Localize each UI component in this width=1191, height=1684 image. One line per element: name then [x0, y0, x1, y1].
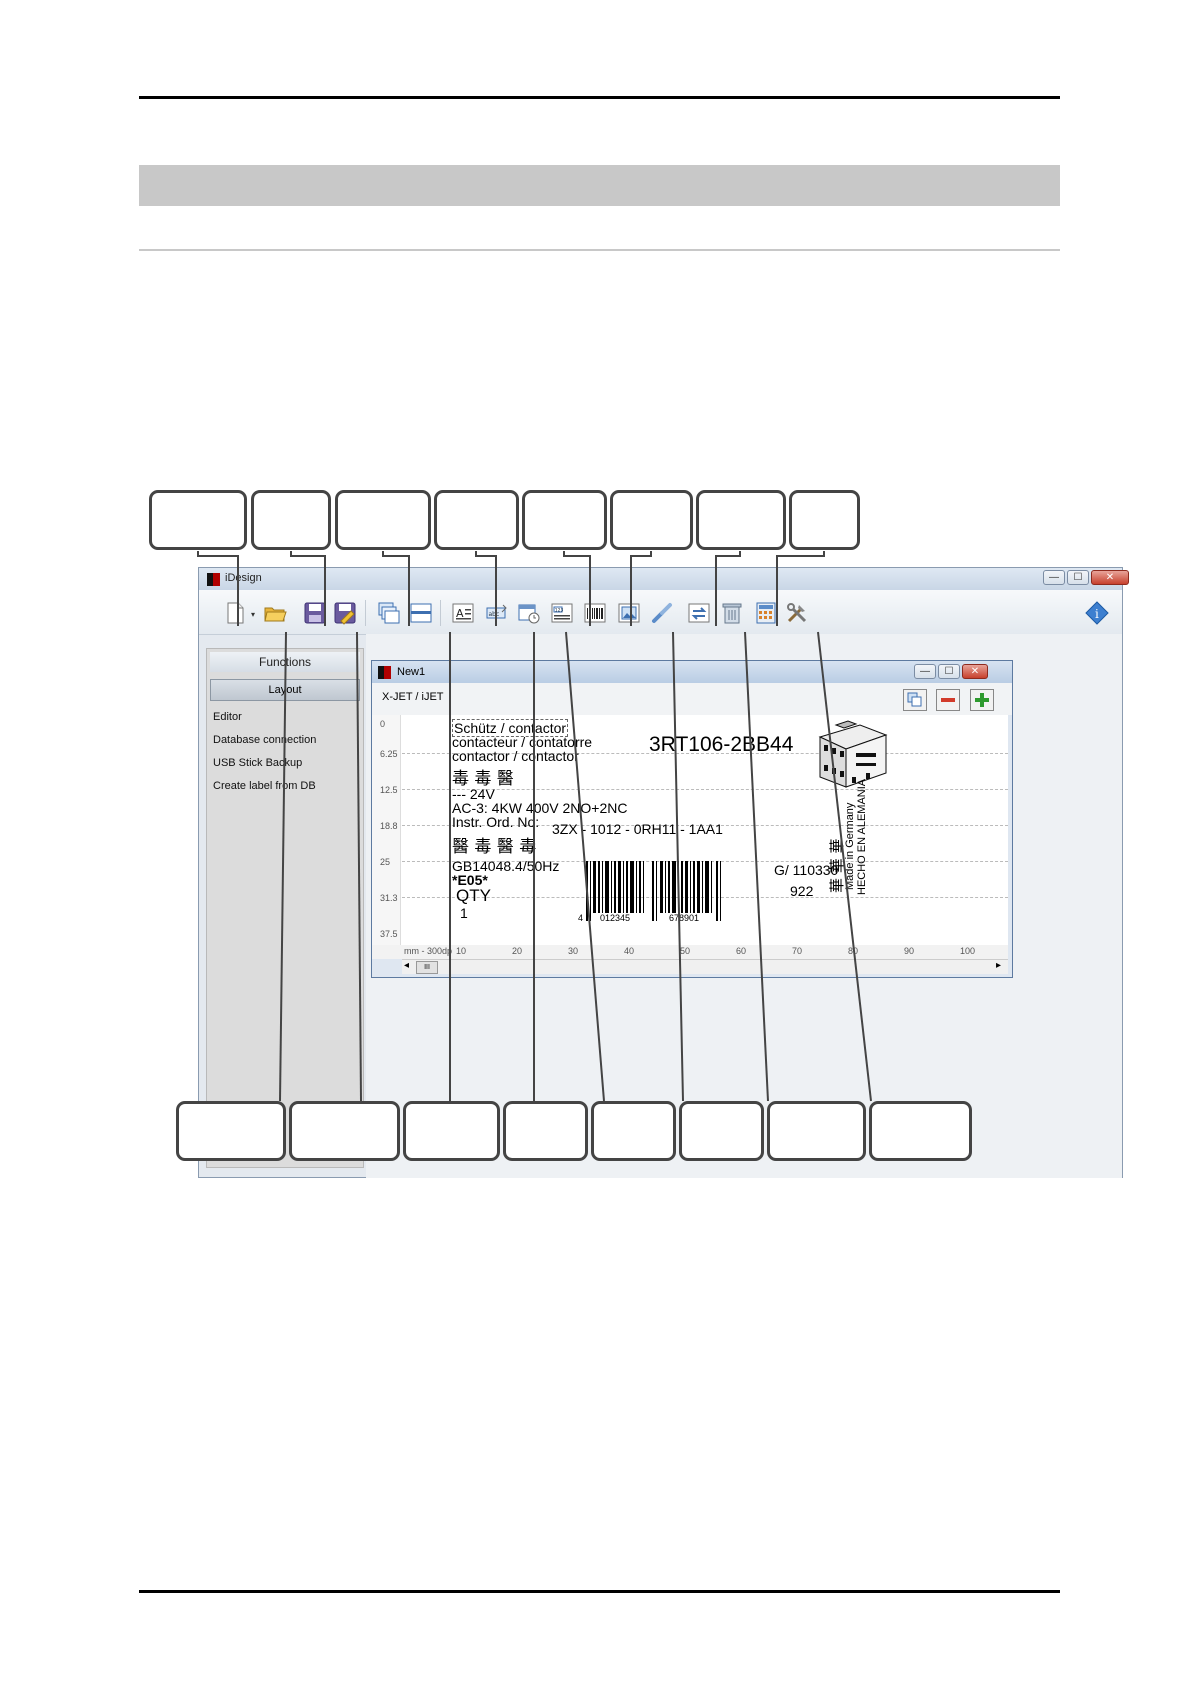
leader-line: [672, 631, 684, 1102]
leader-line: [382, 551, 410, 626]
leader-line: [563, 551, 591, 626]
leader-line: [356, 631, 362, 1102]
callout-leader-lines: [197, 551, 872, 1102]
leader-line: [565, 631, 605, 1102]
leader-line: [744, 631, 769, 1102]
leader-line: [817, 631, 872, 1102]
leader-line: [715, 551, 741, 626]
leader-line: [279, 631, 287, 1102]
leader-line: [475, 551, 497, 626]
leader-line: [290, 551, 326, 626]
leader-line: [776, 551, 825, 626]
leader-line: [630, 551, 652, 626]
leader-line: [197, 551, 239, 626]
